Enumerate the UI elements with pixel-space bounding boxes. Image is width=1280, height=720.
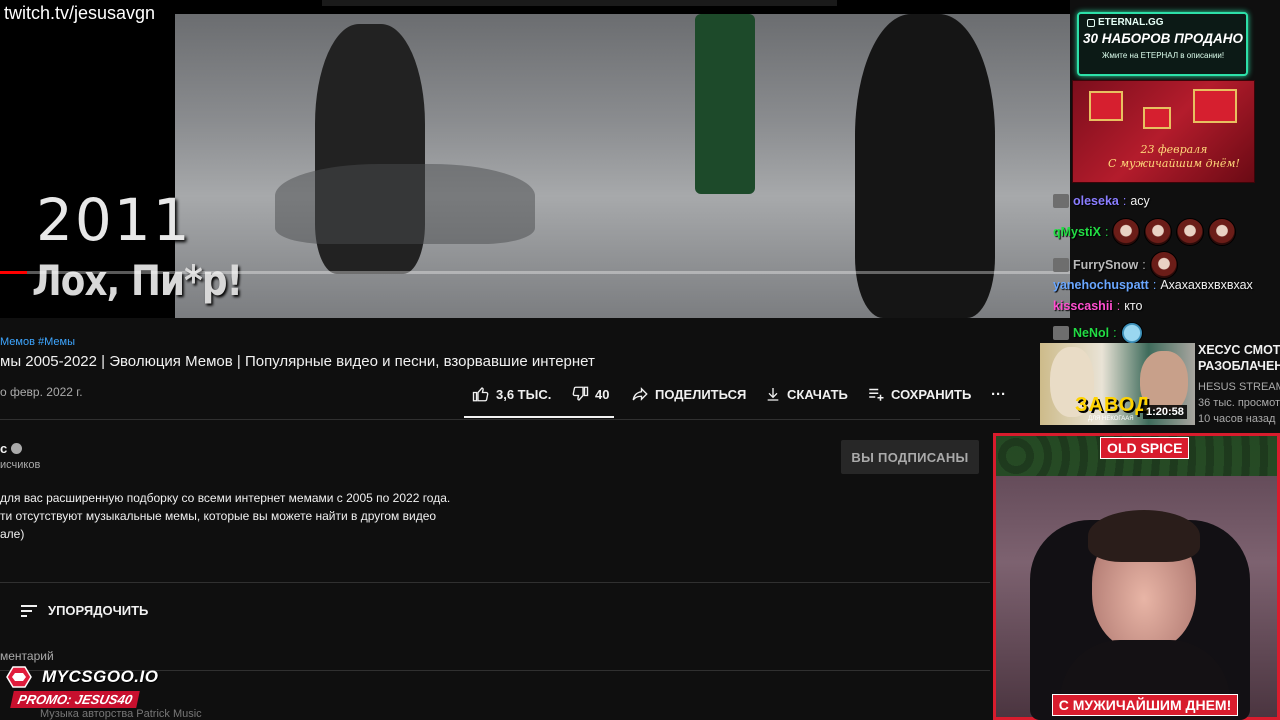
progress-fill [0, 271, 27, 274]
chat-badge-icon [1053, 326, 1069, 340]
progress-track[interactable] [0, 271, 1070, 274]
gift-icon [1193, 89, 1237, 123]
more-actions-button[interactable]: ··· [991, 384, 1006, 404]
chat-message: oleseka: асу [1053, 194, 1150, 208]
thumbs-down-icon [572, 386, 589, 401]
description-line-2: ти отсутствуют музыкальные мемы, которые… [0, 509, 437, 523]
description-line-3: але) [0, 527, 25, 541]
emote-icon [1144, 218, 1173, 246]
sort-label: УПОРЯДОЧИТЬ [48, 603, 149, 618]
chat-message: yanehochuspatt: Ахахахвхвхвхах [1053, 278, 1253, 292]
dislike-count: 40 [595, 386, 610, 402]
sort-icon [21, 604, 37, 617]
chat-message: kisscashii: кто [1053, 299, 1143, 313]
emote-icon [1120, 322, 1143, 344]
video-hashtags[interactable]: Мемов #Мемы [0, 336, 75, 348]
more-icon: ··· [991, 385, 1006, 403]
gift-icon [1089, 91, 1123, 121]
channel-name[interactable]: с [0, 441, 23, 456]
video-title: мы 2005-2022 | Эволюция Мемов | Популярн… [0, 353, 595, 370]
divider [0, 419, 1020, 420]
sponsor-brand: ETERNAL.GG [1087, 17, 1164, 28]
download-label: СКАЧАТЬ [787, 386, 848, 402]
oldspice-label: OLD SPICE [1100, 437, 1190, 459]
playlist-add-icon [869, 388, 884, 401]
webcam-greeting-banner: С МУЖИЧАЙШИМ ДНЕМ! [1052, 694, 1238, 716]
emote-icon [1112, 218, 1141, 246]
emote-icon [1208, 218, 1237, 246]
like-button[interactable]: 3,6 ТЫС. [472, 384, 551, 404]
emote-icon [1176, 218, 1205, 246]
like-count: 3,6 ТЫС. [496, 386, 552, 402]
thumbnail-text: ЗАВОД [1075, 394, 1151, 416]
video-top-bar [322, 0, 837, 6]
thumbnail-subtext: ДЛЯ НЕКОГААЯ [1088, 416, 1134, 422]
download-icon [767, 388, 779, 401]
csgo-hexagon-icon [6, 666, 32, 688]
verified-icon [11, 443, 23, 454]
like-ratio-bar [464, 416, 614, 418]
save-label: СОХРАНИТЬ [891, 386, 972, 402]
sponsor-subtext: Жмите на ETEPНАЛ в описании! [1101, 51, 1225, 60]
chat-message: FurrySnow: [1053, 251, 1178, 279]
video-date: о февр. 2022 г. [0, 385, 83, 399]
subscriber-count: исчиков [0, 459, 41, 471]
thumbs-up-icon [472, 387, 489, 402]
video-duration-badge: 1:20:58 [1143, 405, 1187, 419]
year-overlay: 2011 [36, 186, 192, 254]
stream-screen: 2011 Лох, Пи*р! twitch.tv/jesusavgn Мемо… [0, 0, 1280, 720]
sort-comments-button[interactable]: УПОРЯДОЧИТЬ [20, 603, 148, 618]
chat-message: NeNol: [1053, 322, 1143, 344]
description-line-1: для вас расширенную подборку со всеми ин… [0, 491, 451, 505]
sponsor-headline: 30 НАБОРОВ ПРОДАНО [1083, 31, 1243, 46]
chat-message: qMystiX: [1053, 218, 1237, 246]
promo-site: MYCSGOO.IO [42, 667, 159, 686]
recommended-age: 10 часов назад [1198, 413, 1276, 425]
emote-icon [1149, 251, 1178, 279]
share-arrow-icon [632, 387, 648, 401]
divider [0, 582, 990, 583]
save-button[interactable]: СОХРАНИТЬ [867, 384, 971, 404]
recommended-views: 36 тыс. просмот [1198, 397, 1280, 409]
subscribed-button[interactable]: ВЫ ПОДПИСАНЫ [841, 440, 979, 474]
sponsor-logo-icon [1087, 18, 1095, 27]
streamer-hair [1088, 510, 1200, 562]
holiday-greeting: 23 февраля С мужичайшим днём! [1108, 143, 1240, 170]
channel-url-overlay: twitch.tv/jesusavgn [4, 3, 156, 23]
recommended-title[interactable]: ХЕСУС СМОТР РАЗОБЛАЧЕН [1198, 342, 1280, 374]
caption-overlay: Лох, Пи*р! [32, 256, 243, 305]
comment-input[interactable]: ментарий [0, 649, 54, 663]
chat-badge-icon [1053, 258, 1069, 272]
music-credit: Музыка авторства Patrick Music [40, 708, 202, 720]
chat-badge-icon [1053, 194, 1069, 208]
share-button[interactable]: ПОДЕЛИТЬСЯ [631, 384, 746, 404]
dislike-button[interactable]: 40 [571, 384, 609, 404]
gift-icon [1143, 107, 1171, 129]
promo-code: PROMO: JESUS40 [10, 691, 140, 708]
download-button[interactable]: СКАЧАТЬ [765, 384, 848, 404]
recommended-channel[interactable]: HESUS STREAM [1198, 381, 1280, 393]
share-label: ПОДЕЛИТЬСЯ [655, 386, 747, 402]
